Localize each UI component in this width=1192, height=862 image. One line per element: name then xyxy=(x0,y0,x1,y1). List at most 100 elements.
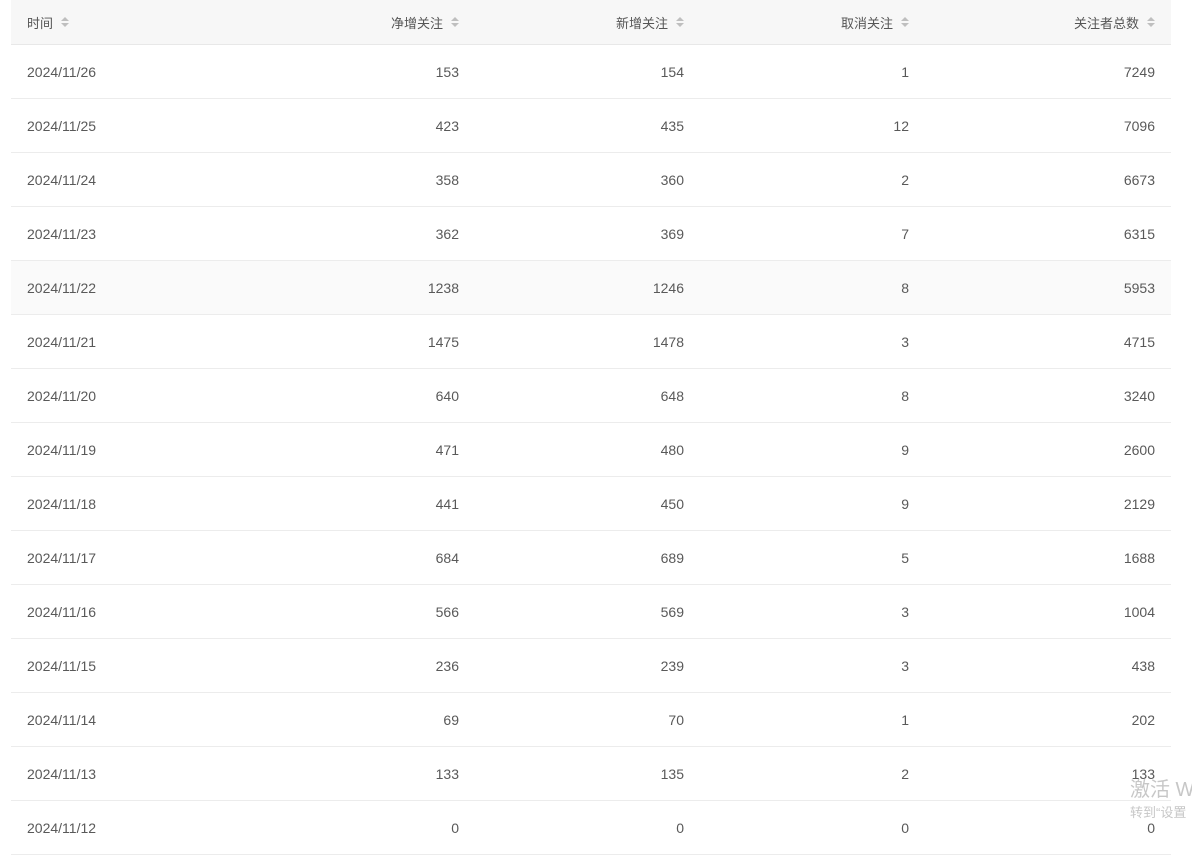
cell-new-follow: 1478 xyxy=(652,333,684,350)
table-body: 2024/11/26 153 154 1 7249 2024/11/25 423… xyxy=(11,45,1171,855)
cell-time: 2024/11/20 xyxy=(27,387,97,404)
table-row[interactable]: 2024/11/18 441 450 9 2129 xyxy=(11,477,1171,531)
cell-unfollow: 8 xyxy=(901,279,909,296)
table-row[interactable]: 2024/11/16 566 569 3 1004 xyxy=(11,585,1171,639)
cell-net-follow: 640 xyxy=(435,387,459,404)
cell-net-follow: 153 xyxy=(435,63,459,80)
sort-caret-icon[interactable] xyxy=(901,17,909,27)
cell-new-follow: 239 xyxy=(660,657,684,674)
sort-caret-icon[interactable] xyxy=(451,17,459,27)
column-header-label: 净增关注 xyxy=(390,15,443,31)
column-header-label: 新增关注 xyxy=(615,15,668,31)
table-row[interactable]: 2024/11/14 69 70 1 202 xyxy=(11,693,1171,747)
table-row[interactable]: 2024/11/15 236 239 3 438 xyxy=(11,639,1171,693)
table-row[interactable]: 2024/11/13 133 135 2 133 xyxy=(11,747,1171,801)
table-row[interactable]: 2024/11/17 684 689 5 1688 xyxy=(11,531,1171,585)
cell-unfollow: 2 xyxy=(901,765,909,782)
cell-unfollow: 8 xyxy=(901,387,909,404)
cell-net-follow: 133 xyxy=(435,765,459,782)
cell-net-follow: 423 xyxy=(435,117,459,134)
cell-time: 2024/11/12 xyxy=(27,819,97,836)
cell-time: 2024/11/13 xyxy=(27,765,97,782)
cell-total-followers: 1688 xyxy=(1123,549,1155,566)
cell-total-followers: 2600 xyxy=(1123,441,1155,458)
cell-total-followers: 133 xyxy=(1131,765,1155,782)
cell-unfollow: 9 xyxy=(901,495,909,512)
cell-new-follow: 648 xyxy=(660,387,684,404)
cell-unfollow: 1 xyxy=(901,63,909,80)
cell-unfollow: 3 xyxy=(901,333,909,350)
cell-time: 2024/11/24 xyxy=(27,171,97,188)
cell-new-follow: 154 xyxy=(660,63,684,80)
cell-unfollow: 7 xyxy=(901,225,909,242)
cell-unfollow: 3 xyxy=(901,603,909,620)
column-header-time[interactable]: 时间 xyxy=(11,0,243,44)
table-row[interactable]: 2024/11/26 153 154 1 7249 xyxy=(11,45,1171,99)
cell-new-follow: 480 xyxy=(660,441,684,458)
table-row[interactable]: 2024/11/19 471 480 9 2600 xyxy=(11,423,1171,477)
cell-total-followers: 7096 xyxy=(1123,117,1155,134)
cell-net-follow: 358 xyxy=(435,171,459,188)
table-header: 时间 净增关注 新增关注 取消关注 关注者总数 xyxy=(11,0,1171,45)
cell-time: 2024/11/23 xyxy=(27,225,97,242)
cell-net-follow: 1238 xyxy=(427,279,459,296)
cell-time: 2024/11/19 xyxy=(27,441,97,458)
cell-net-follow: 362 xyxy=(435,225,459,242)
cell-net-follow: 0 xyxy=(451,819,459,836)
cell-total-followers: 0 xyxy=(1147,819,1155,836)
cell-new-follow: 689 xyxy=(660,549,684,566)
cell-total-followers: 7249 xyxy=(1123,63,1155,80)
cell-net-follow: 441 xyxy=(435,495,459,512)
table-row[interactable]: 2024/11/25 423 435 12 7096 xyxy=(11,99,1171,153)
sort-caret-icon[interactable] xyxy=(61,17,70,27)
cell-unfollow: 3 xyxy=(901,657,909,674)
cell-total-followers: 438 xyxy=(1131,657,1155,674)
sort-caret-icon[interactable] xyxy=(676,17,684,27)
cell-total-followers: 3240 xyxy=(1123,387,1155,404)
cell-net-follow: 1475 xyxy=(427,333,459,350)
table-row[interactable]: 2024/11/23 362 369 7 6315 xyxy=(11,207,1171,261)
cell-new-follow: 369 xyxy=(660,225,684,242)
column-header-new-follow[interactable]: 新增关注 xyxy=(475,0,700,44)
cell-total-followers: 202 xyxy=(1131,711,1155,728)
cell-net-follow: 684 xyxy=(435,549,459,566)
table-row[interactable]: 2024/11/24 358 360 2 6673 xyxy=(11,153,1171,207)
cell-time: 2024/11/14 xyxy=(27,711,97,728)
cell-total-followers: 6673 xyxy=(1123,171,1155,188)
cell-unfollow: 1 xyxy=(901,711,909,728)
cell-time: 2024/11/16 xyxy=(27,603,97,620)
cell-new-follow: 569 xyxy=(660,603,684,620)
cell-time: 2024/11/17 xyxy=(27,549,97,566)
cell-new-follow: 1246 xyxy=(652,279,684,296)
column-header-net-follow[interactable]: 净增关注 xyxy=(243,0,475,44)
column-header-unfollow[interactable]: 取消关注 xyxy=(700,0,925,44)
cell-unfollow: 5 xyxy=(901,549,909,566)
cell-total-followers: 2129 xyxy=(1123,495,1155,512)
cell-net-follow: 471 xyxy=(435,441,459,458)
table-row[interactable]: 2024/11/12 0 0 0 0 xyxy=(11,801,1171,855)
column-header-label: 时间 xyxy=(27,15,54,31)
cell-new-follow: 70 xyxy=(668,711,684,728)
table-row[interactable]: 2024/11/22 1238 1246 8 5953 xyxy=(11,261,1171,315)
cell-unfollow: 2 xyxy=(901,171,909,188)
table-row[interactable]: 2024/11/20 640 648 8 3240 xyxy=(11,369,1171,423)
column-header-total-followers[interactable]: 关注者总数 xyxy=(925,0,1171,44)
table-row[interactable]: 2024/11/21 1475 1478 3 4715 xyxy=(11,315,1171,369)
cell-time: 2024/11/21 xyxy=(27,333,97,350)
sort-caret-icon[interactable] xyxy=(1147,17,1155,27)
cell-new-follow: 360 xyxy=(660,171,684,188)
cell-net-follow: 69 xyxy=(443,711,459,728)
cell-net-follow: 236 xyxy=(435,657,459,674)
cell-total-followers: 6315 xyxy=(1123,225,1155,242)
cell-unfollow: 9 xyxy=(901,441,909,458)
cell-total-followers: 4715 xyxy=(1123,333,1155,350)
cell-time: 2024/11/15 xyxy=(27,657,97,674)
cell-new-follow: 450 xyxy=(660,495,684,512)
cell-unfollow: 0 xyxy=(901,819,909,836)
cell-total-followers: 5953 xyxy=(1123,279,1155,296)
cell-time: 2024/11/26 xyxy=(27,63,97,80)
cell-time: 2024/11/22 xyxy=(27,279,97,296)
cell-total-followers: 1004 xyxy=(1123,603,1155,620)
cell-new-follow: 435 xyxy=(660,117,684,134)
cell-net-follow: 566 xyxy=(435,603,459,620)
